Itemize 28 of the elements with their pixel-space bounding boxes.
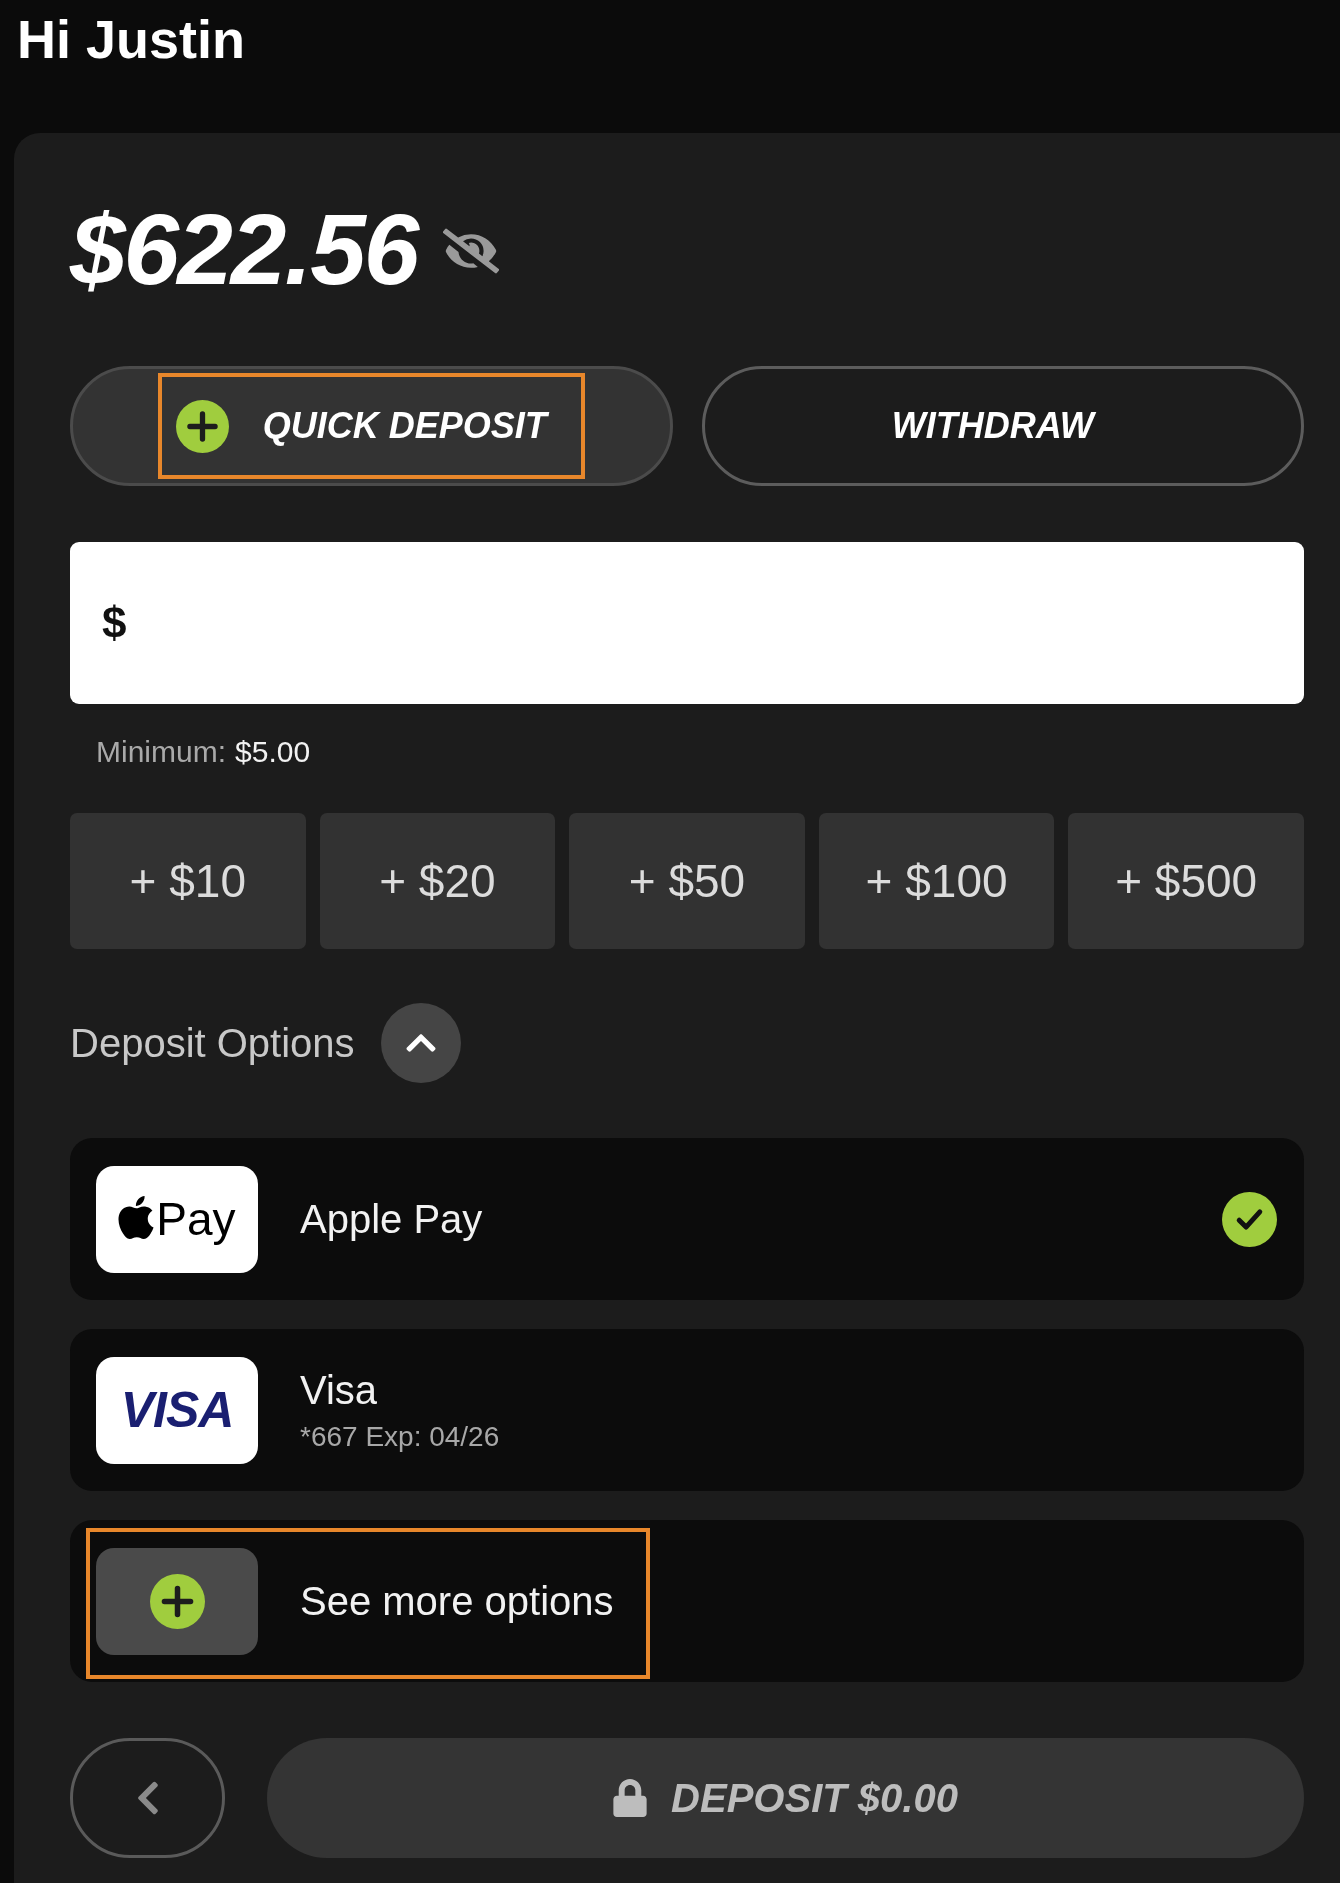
plus-icon: [149, 1573, 205, 1629]
balance-amount: $622.56: [70, 199, 418, 299]
greeting-title: Hi Justin: [17, 12, 246, 66]
quick-deposit-button[interactable]: QUICK DEPOSIT: [70, 366, 673, 486]
payment-option[interactable]: Pay Apple Pay: [70, 1138, 1304, 1300]
quick-amount-button[interactable]: + $100: [818, 813, 1055, 949]
quick-amount-button[interactable]: + $500: [1068, 813, 1304, 949]
eye-slash-icon[interactable]: [443, 228, 500, 274]
option-name: Apple Pay: [300, 1196, 483, 1242]
plus-icon: [175, 399, 229, 453]
logo-text: VISA: [120, 1385, 234, 1435]
option-name: See more options: [300, 1578, 614, 1624]
quick-amount-button[interactable]: + $50: [569, 813, 805, 949]
minimum-value: $5.00: [235, 734, 311, 770]
minimum-label: Minimum:: [96, 734, 226, 770]
quick-amount-button[interactable]: + $20: [319, 813, 556, 949]
check-icon: [1222, 1191, 1277, 1247]
back-button[interactable]: [70, 1738, 225, 1858]
option-detail: *667 Exp: 04/26: [300, 1420, 500, 1454]
apple-icon: [118, 1195, 155, 1239]
amount-field[interactable]: $: [70, 542, 1304, 704]
withdraw-button[interactable]: WITHDRAW: [701, 366, 1304, 486]
payment-option[interactable]: See more options: [70, 1520, 1304, 1682]
option-name: Visa: [300, 1366, 379, 1413]
lock-icon: [613, 1779, 648, 1817]
payment-option[interactable]: VISA Visa *667 Exp: 04/26: [70, 1329, 1304, 1491]
section-title: Deposit Options: [70, 1020, 355, 1066]
quick-amount-button[interactable]: + $10: [70, 813, 306, 949]
